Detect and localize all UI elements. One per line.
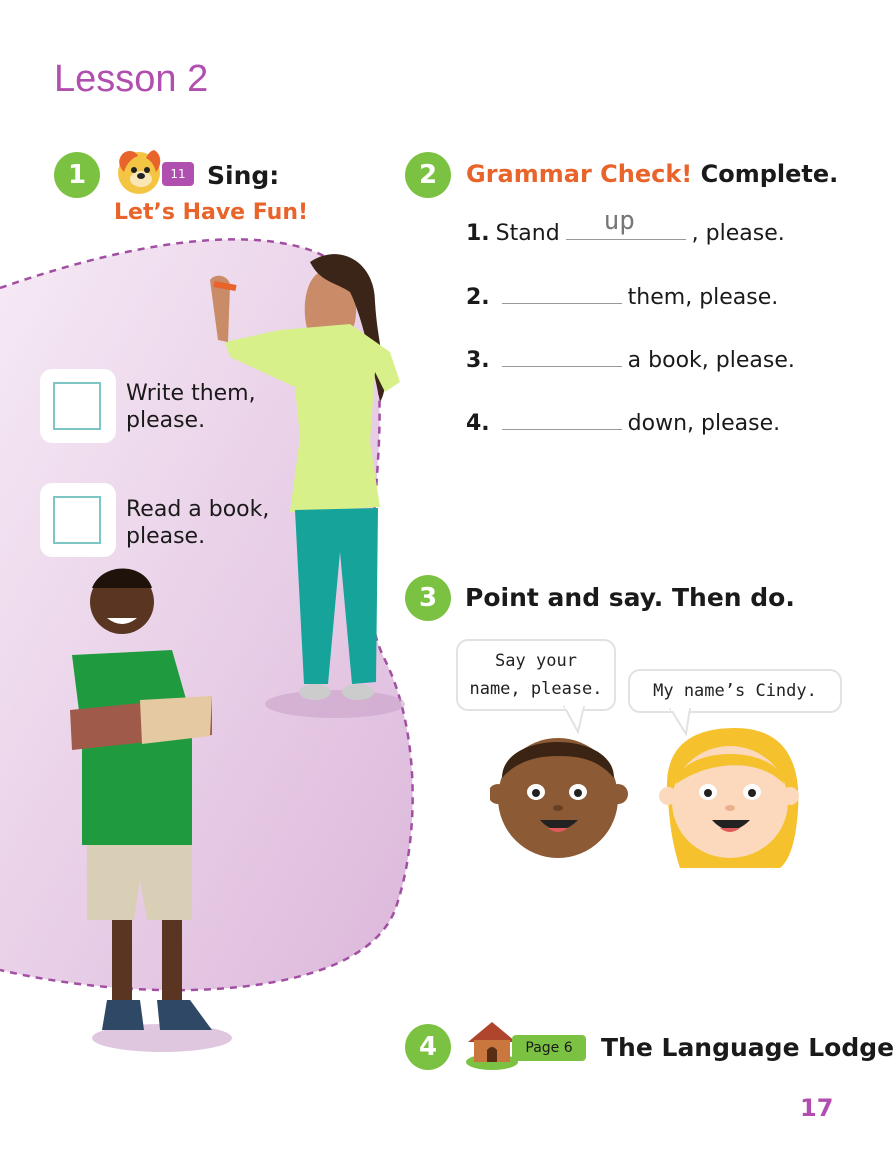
- checkbox-1[interactable]: [53, 382, 101, 430]
- activity-3-instruction: Point and say. Then do.: [465, 583, 795, 612]
- checkbox-2[interactable]: [53, 496, 101, 544]
- activity-1-number: 1: [54, 152, 100, 198]
- answer-blank-4[interactable]: [501, 406, 622, 430]
- song-title: Let’s Have Fun!: [114, 200, 309, 225]
- audio-track-badge[interactable]: 11: [162, 162, 194, 186]
- activity-4-title: The Language Lodge: [601, 1033, 893, 1062]
- activity-2-number: 2: [405, 152, 451, 198]
- character-faces: [490, 728, 799, 868]
- boy-reading-photo: [70, 568, 232, 1052]
- page-number: 17: [800, 1094, 834, 1122]
- lesson-title: Lesson 2: [54, 58, 209, 100]
- grammar-item-4: 4. down, please.: [466, 406, 780, 436]
- page-reference-badge[interactable]: Page 6: [512, 1035, 586, 1061]
- girl-face-icon: [659, 728, 799, 868]
- activity-4-number: 4: [405, 1024, 451, 1070]
- boy-face-icon: [490, 738, 628, 858]
- activity-2-heading: Grammar Check! Complete.: [466, 160, 839, 188]
- grammar-item-1: 1. Stand up , please.: [466, 206, 785, 246]
- grammar-item-2: 2. them, please.: [466, 280, 778, 310]
- choice-card-2[interactable]: [40, 483, 116, 557]
- choice-card-1[interactable]: [40, 369, 116, 443]
- answer-blank-3[interactable]: [501, 343, 622, 367]
- answer-blank-2[interactable]: [501, 280, 622, 304]
- grammar-item-3: 3. a book, please.: [466, 343, 795, 373]
- answer-blank-1[interactable]: up: [565, 206, 686, 240]
- dog-mascot-icon: [118, 150, 161, 194]
- speech-bubble-1: Say your name, please.: [458, 641, 614, 709]
- activity-1-instruction: Sing:: [207, 161, 280, 190]
- activity-3-number: 3: [405, 575, 451, 621]
